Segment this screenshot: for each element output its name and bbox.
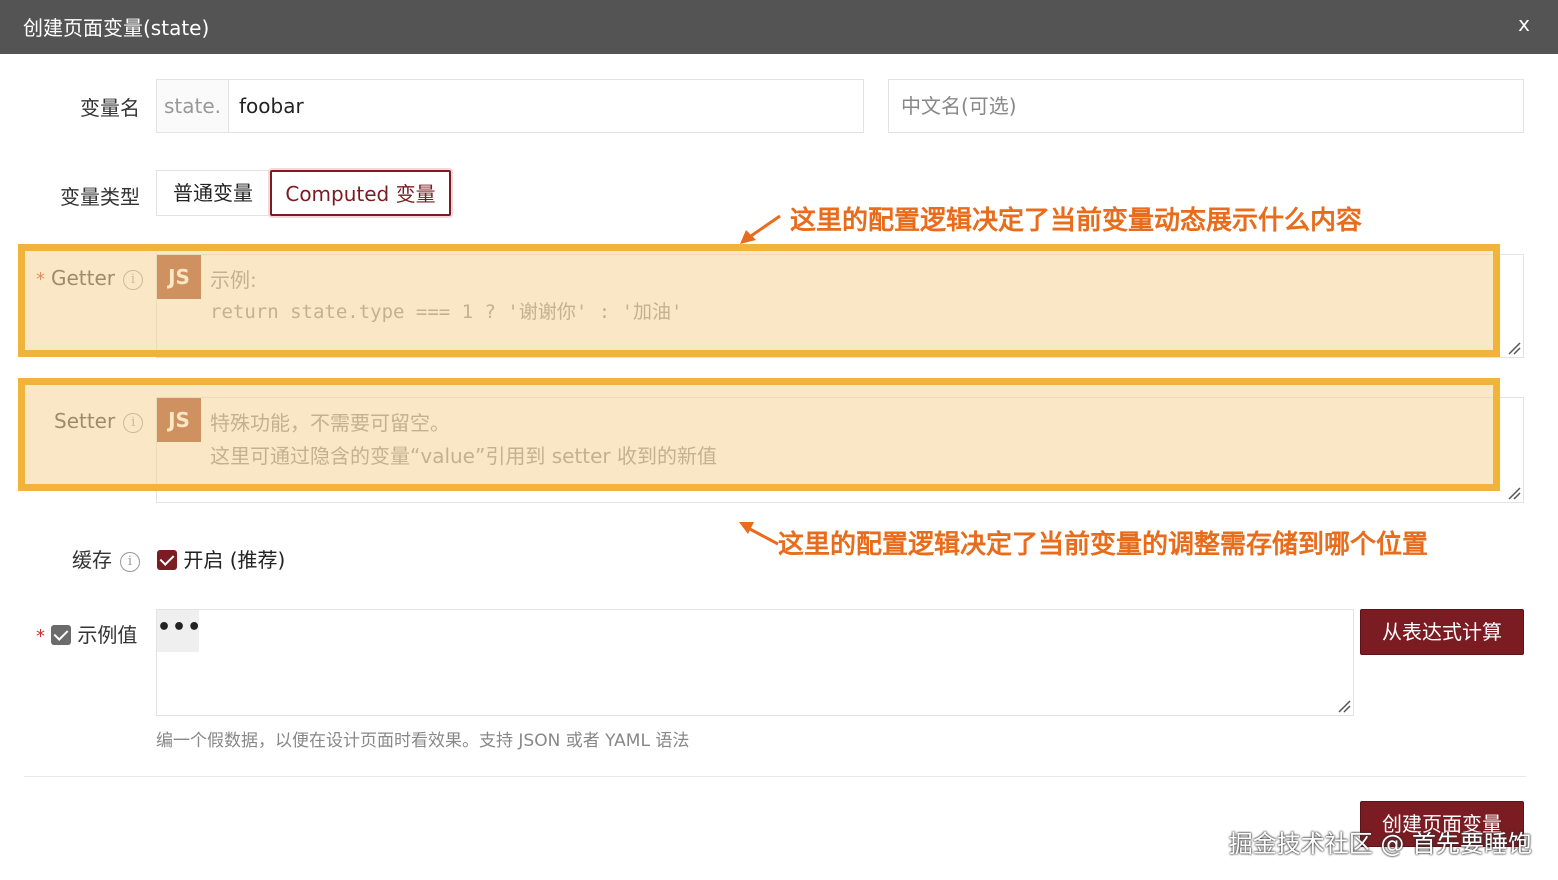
example-checkbox-icon[interactable] xyxy=(51,625,71,645)
var-type-computed[interactable]: Computed 变量 xyxy=(270,170,451,216)
cache-checkbox[interactable]: 开启 (推荐) xyxy=(157,544,285,573)
arrow-icon xyxy=(740,214,781,244)
getter-editor[interactable]: JS 示例: return state.type === 1 ? '谢谢你' :… xyxy=(156,254,1524,358)
example-textarea[interactable]: ••• xyxy=(156,609,1354,716)
js-badge: JS xyxy=(157,398,201,442)
getter-label-text: Getter xyxy=(51,266,116,290)
setter-placeholder-line1: 特殊功能，不需要可留空。 xyxy=(210,411,450,435)
compute-from-expression-button[interactable]: 从表达式计算 xyxy=(1360,609,1524,655)
resize-handle-icon[interactable] xyxy=(1507,486,1521,500)
var-type-label: 变量类型 xyxy=(60,185,140,209)
var-name-field[interactable]: state. foobar xyxy=(156,79,864,133)
setter-annotation: 这里的配置逻辑决定了当前变量的调整需存储到哪个位置 xyxy=(778,530,1429,560)
more-options-icon[interactable]: ••• xyxy=(157,610,201,652)
getter-placeholder-line1: 示例: xyxy=(210,268,257,292)
getter-placeholder-line2: return state.type === 1 ? '谢谢你' : '加油' xyxy=(210,301,683,323)
close-icon[interactable]: x xyxy=(1518,12,1530,36)
required-mark: * xyxy=(36,269,45,290)
js-badge: JS xyxy=(157,255,201,299)
cn-name-placeholder: 中文名(可选) xyxy=(901,94,1017,118)
footer-divider xyxy=(24,776,1526,777)
resize-handle-icon[interactable] xyxy=(1507,341,1521,355)
getter-annotation: 这里的配置逻辑决定了当前变量动态展示什么内容 xyxy=(790,206,1363,236)
checkbox-checked-icon[interactable] xyxy=(157,550,177,570)
dialog-titlebar: 创建页面变量(state) x xyxy=(0,0,1558,54)
example-label-text: 示例值 xyxy=(77,623,138,647)
cache-label: 缓存 i xyxy=(72,544,140,573)
var-name-prefix: state. xyxy=(157,80,229,132)
setter-placeholder-line2: 这里可通过隐含的变量“value”引用到 setter 收到的新值 xyxy=(210,444,718,468)
info-icon[interactable]: i xyxy=(123,270,144,290)
example-hint: 编一个假数据，以便在设计页面时看效果。支持 JSON 或者 YAML 语法 xyxy=(156,731,690,751)
var-name-label: 变量名 xyxy=(80,96,140,120)
var-type-normal[interactable]: 普通变量 xyxy=(156,170,270,216)
getter-label: * Getter i xyxy=(36,266,144,290)
arrow-icon xyxy=(739,522,779,546)
var-name-value: foobar xyxy=(239,94,304,118)
setter-label-text: Setter xyxy=(54,409,116,433)
cache-label-text: 缓存 xyxy=(72,548,112,572)
cache-checkbox-label: 开启 (推荐) xyxy=(183,548,286,572)
watermark: 掘金技术社区 @ 首先要睡饱 xyxy=(1228,830,1532,858)
resize-handle-icon[interactable] xyxy=(1337,699,1351,713)
info-icon[interactable]: i xyxy=(123,413,144,433)
setter-editor[interactable]: JS 特殊功能，不需要可留空。 这里可通过隐含的变量“value”引用到 set… xyxy=(156,397,1524,503)
example-label: * 示例值 xyxy=(36,619,137,648)
required-mark: * xyxy=(36,626,45,647)
cn-name-field[interactable]: 中文名(可选) xyxy=(888,79,1524,133)
info-icon[interactable]: i xyxy=(120,552,140,572)
dialog-title: 创建页面变量(state) xyxy=(23,16,210,40)
setter-label: Setter i xyxy=(54,409,144,433)
